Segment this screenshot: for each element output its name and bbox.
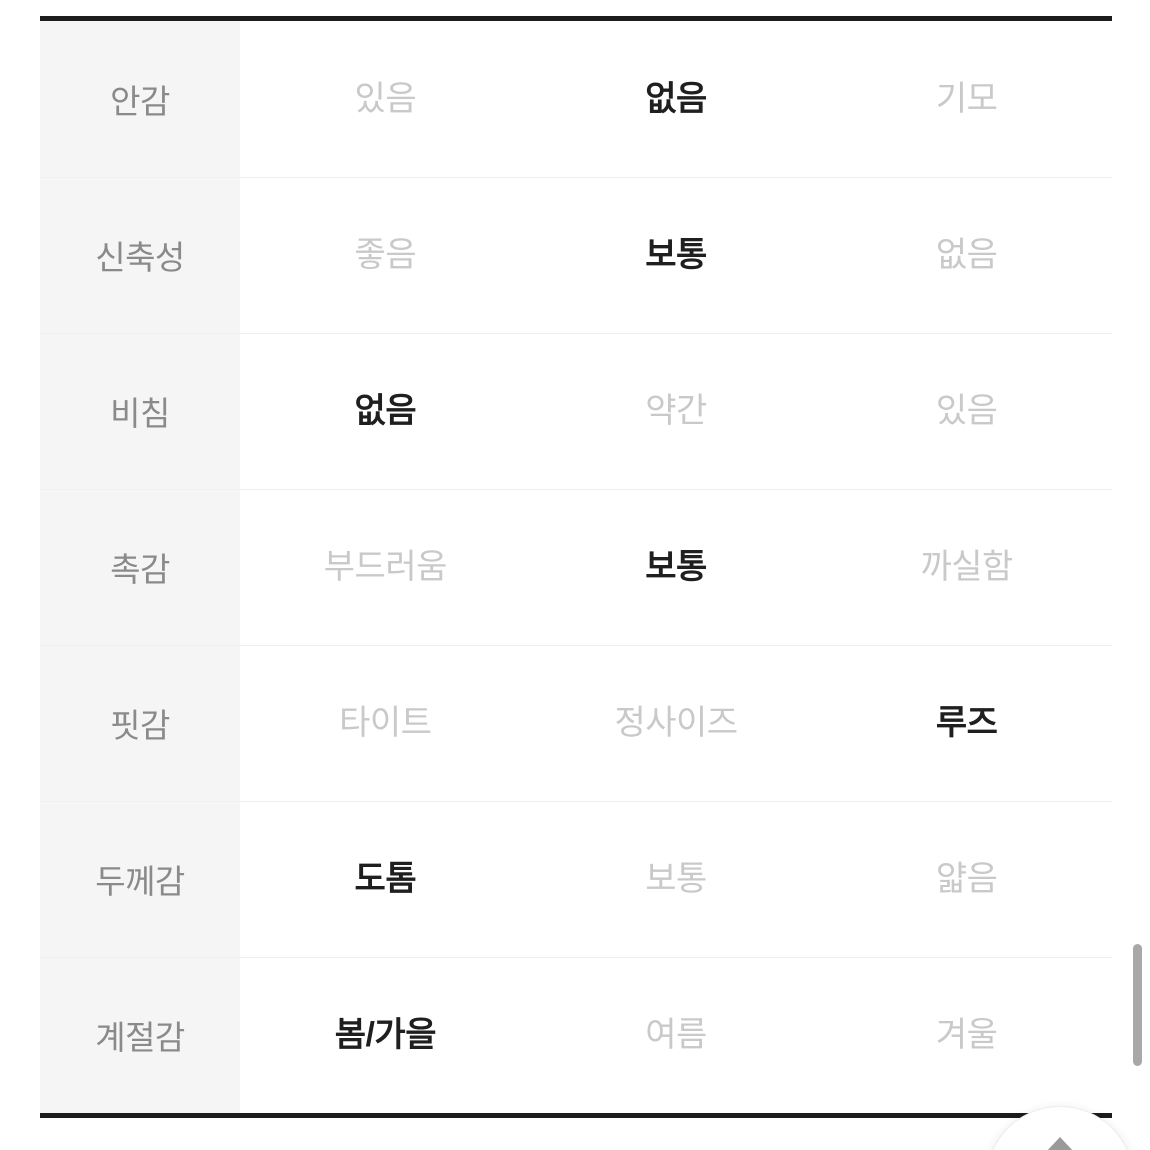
attribute-option-selected[interactable]: 루즈 bbox=[821, 703, 1112, 744]
attribute-option-selected[interactable]: 없음 bbox=[531, 79, 822, 120]
attribute-option-selected[interactable]: 없음 bbox=[240, 391, 531, 432]
vertical-scrollbar-track[interactable] bbox=[1132, 0, 1146, 1150]
attribute-option-group: 있음 없음 기모 bbox=[240, 21, 1112, 177]
vertical-scrollbar-thumb[interactable] bbox=[1133, 944, 1142, 1066]
attribute-option-group: 도톰 보통 얇음 bbox=[240, 801, 1112, 957]
attribute-label: 신축성 bbox=[40, 177, 240, 333]
attribute-option[interactable]: 있음 bbox=[240, 79, 531, 120]
attribute-option[interactable]: 까실함 bbox=[821, 547, 1112, 588]
attribute-label: 핏감 bbox=[40, 645, 240, 801]
attribute-row: 신축성 좋음 보통 없음 bbox=[40, 177, 1112, 333]
attribute-label: 촉감 bbox=[40, 489, 240, 645]
attribute-option-group: 좋음 보통 없음 bbox=[240, 177, 1112, 333]
attribute-option[interactable]: 부드러움 bbox=[240, 547, 531, 588]
attribute-row: 두께감 도톰 보통 얇음 bbox=[40, 801, 1112, 957]
attribute-option[interactable]: 좋음 bbox=[240, 235, 531, 276]
attribute-option[interactable]: 보통 bbox=[531, 859, 822, 900]
chevron-up-icon bbox=[1045, 1137, 1075, 1150]
attribute-option[interactable]: 여름 bbox=[531, 1015, 822, 1056]
attribute-option-group: 타이트 정사이즈 루즈 bbox=[240, 645, 1112, 801]
attribute-option-selected[interactable]: 도톰 bbox=[240, 859, 531, 900]
attribute-option-group: 봄/가을 여름 겨울 bbox=[240, 957, 1112, 1113]
page-root: 안감 있음 없음 기모 신축성 좋음 보통 없음 비침 없음 약간 있음 촉감 부드러움 보통 까실함 핏감 타이… bbox=[0, 0, 1150, 1150]
attribute-label: 비침 bbox=[40, 333, 240, 489]
attribute-row: 핏감 타이트 정사이즈 루즈 bbox=[40, 645, 1112, 801]
attribute-label: 두께감 bbox=[40, 801, 240, 957]
attribute-option-group: 없음 약간 있음 bbox=[240, 333, 1112, 489]
attribute-option[interactable]: 정사이즈 bbox=[531, 703, 822, 744]
attribute-option[interactable]: 없음 bbox=[821, 235, 1112, 276]
attribute-option-selected[interactable]: 봄/가을 bbox=[240, 1015, 531, 1056]
attribute-option[interactable]: 약간 bbox=[531, 391, 822, 432]
attribute-option-selected[interactable]: 보통 bbox=[531, 235, 822, 276]
attribute-option-selected[interactable]: 보통 bbox=[531, 547, 822, 588]
attribute-row: 안감 있음 없음 기모 bbox=[40, 21, 1112, 177]
attribute-option[interactable]: 얇음 bbox=[821, 859, 1112, 900]
attribute-option[interactable]: 타이트 bbox=[240, 703, 531, 744]
attribute-row: 촉감 부드러움 보통 까실함 bbox=[40, 489, 1112, 645]
attribute-option[interactable]: 겨울 bbox=[821, 1015, 1112, 1056]
product-attribute-table: 안감 있음 없음 기모 신축성 좋음 보통 없음 비침 없음 약간 있음 촉감 부드러움 보통 까실함 핏감 타이… bbox=[40, 16, 1112, 1118]
attribute-row: 비침 없음 약간 있음 bbox=[40, 333, 1112, 489]
attribute-option[interactable]: 있음 bbox=[821, 391, 1112, 432]
attribute-row: 계절감 봄/가을 여름 겨울 bbox=[40, 957, 1112, 1113]
attribute-option[interactable]: 기모 bbox=[821, 79, 1112, 120]
attribute-label: 계절감 bbox=[40, 957, 240, 1113]
attribute-label: 안감 bbox=[40, 21, 240, 177]
attribute-option-group: 부드러움 보통 까실함 bbox=[240, 489, 1112, 645]
